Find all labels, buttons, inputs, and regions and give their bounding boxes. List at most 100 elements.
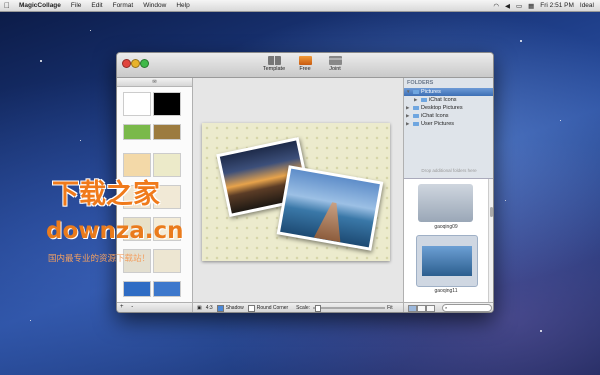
folder-item[interactable]: ▶ iChat Icons — [404, 96, 493, 104]
collage-canvas[interactable] — [202, 123, 390, 261]
disclosure-triangle-icon[interactable]: ▼ — [406, 88, 411, 96]
battery-icon[interactable]: ▭ — [516, 2, 522, 10]
disclosure-triangle-icon[interactable]: ▶ — [406, 120, 411, 128]
close-button[interactable] — [122, 59, 131, 68]
collage-photo-pier[interactable] — [276, 165, 384, 251]
drop-hint: Drop additional folders here — [421, 168, 477, 173]
folder-label: iChat Icons — [429, 97, 457, 103]
folder-label: User Pictures — [421, 121, 455, 127]
shadow-checkbox[interactable] — [216, 304, 224, 312]
free-label: Free — [299, 66, 311, 72]
image-label: gaoqing11 — [434, 288, 458, 294]
image-thumb[interactable] — [418, 184, 473, 222]
canvas-bottom-bar: ▣ 4:3 Shadow Round Corner Scale: Fit — [193, 302, 403, 312]
app-window: Template Free Joint ✉ + - ▣ 4:3 Shadow R… — [116, 52, 494, 313]
free-tool-button[interactable]: Free — [291, 56, 319, 72]
star — [90, 30, 91, 31]
round-corner-label: Round Corner — [256, 305, 289, 311]
background-thumb[interactable] — [123, 281, 151, 297]
image-label: gaoqing09 — [434, 224, 458, 230]
list-view-icon[interactable] — [417, 305, 426, 312]
joint-icon — [328, 56, 342, 65]
menu-window[interactable]: Window — [138, 2, 171, 9]
disclosure-triangle-icon[interactable]: ▶ — [414, 96, 419, 104]
menu-app-name[interactable]: MagicCollage — [14, 2, 66, 9]
pier-thumb-image — [422, 246, 472, 276]
collage-canvas-area — [193, 78, 403, 302]
zoom-button[interactable] — [140, 59, 149, 68]
add-background-button[interactable]: + — [117, 304, 127, 310]
scale-slider-knob[interactable] — [315, 305, 322, 312]
folders-list: FOLDERS ▼ Pictures ▶ iChat Icons ▶ Deskt… — [404, 78, 493, 179]
folder-item[interactable]: ▶ iChat Icons — [404, 112, 493, 120]
template-label: Template — [262, 66, 286, 72]
folder-icon — [413, 114, 419, 118]
star — [520, 40, 522, 42]
menu-format[interactable]: Format — [108, 2, 139, 9]
remove-background-button[interactable]: - — [128, 304, 136, 310]
template-tool-button[interactable]: Template — [260, 56, 288, 72]
folders-title: FOLDERS — [407, 80, 434, 86]
folder-label: Desktop Pictures — [421, 105, 463, 111]
watermark-domain: downza.cn — [46, 218, 184, 244]
menu-extras: ◠ ◀ ▭ ▦ Fri 2:51 PM Ideal — [487, 2, 600, 10]
folders-panel-footer: ⌕ — [404, 302, 493, 312]
column-view-icon[interactable] — [426, 305, 435, 312]
shadow-label: Shadow — [225, 305, 244, 311]
disclosure-triangle-icon[interactable]: ▶ — [406, 112, 411, 120]
folder-item[interactable]: ▶ Desktop Pictures — [404, 104, 493, 112]
round-corner-checkbox[interactable] — [247, 304, 255, 312]
star — [30, 320, 31, 321]
aspect-ratio[interactable]: 4:3 — [206, 305, 213, 311]
folder-item[interactable]: ▼ Pictures — [404, 88, 493, 96]
menu-file[interactable]: File — [66, 2, 86, 9]
background-panel-header[interactable]: ✉ — [117, 78, 192, 87]
menu-edit[interactable]: Edit — [86, 2, 107, 9]
apple-menu-icon[interactable]:  — [0, 1, 14, 10]
wifi-icon[interactable]: ◠ — [493, 2, 499, 10]
free-icon — [298, 56, 312, 65]
pier-shape — [314, 200, 347, 242]
star — [40, 60, 42, 62]
folder-icon — [413, 106, 419, 110]
grid-view-icon[interactable] — [408, 305, 417, 312]
folder-icon — [413, 90, 419, 94]
star — [80, 140, 81, 141]
folder-icon — [421, 98, 427, 102]
background-thumb[interactable] — [153, 249, 181, 273]
background-thumb[interactable] — [153, 281, 181, 297]
search-icon: ⌕ — [445, 305, 448, 310]
disclosure-triangle-icon[interactable]: ▶ — [406, 104, 411, 112]
image-thumb-selected[interactable] — [416, 235, 478, 287]
fit-label: Fit — [387, 305, 393, 311]
menu-bar:  MagicCollage File Edit Format Window H… — [0, 0, 600, 12]
folders-panel: FOLDERS ▼ Pictures ▶ iChat Icons ▶ Deskt… — [403, 78, 493, 312]
menu-clock[interactable]: Fri 2:51 PM — [540, 2, 574, 9]
search-field[interactable]: ⌕ — [442, 304, 492, 312]
pier-image — [280, 168, 380, 248]
scrollbar-thumb[interactable] — [490, 207, 493, 217]
background-thumb[interactable] — [153, 92, 181, 116]
watermark-tagline: 国内最专业的资源下载站！ — [48, 254, 151, 264]
flag-icon[interactable]: ▦ — [528, 2, 534, 10]
minimize-button[interactable] — [131, 59, 140, 68]
template-icon — [267, 56, 281, 65]
background-thumb[interactable] — [123, 92, 151, 116]
menu-user[interactable]: Ideal — [580, 2, 594, 9]
folder-icon — [413, 122, 419, 126]
menu-help[interactable]: Help — [171, 2, 194, 9]
background-thumb[interactable] — [123, 124, 151, 140]
folder-label: iChat Icons — [421, 113, 449, 119]
background-thumb[interactable] — [153, 124, 181, 140]
star — [540, 330, 542, 332]
volume-icon[interactable]: ◀ — [505, 2, 510, 10]
lock-icon[interactable]: ▣ — [197, 305, 202, 311]
folder-item[interactable]: ▶ User Pictures — [404, 120, 493, 128]
scale-slider[interactable] — [313, 305, 386, 312]
scale-label: Scale: — [296, 305, 311, 311]
window-titlebar[interactable]: Template Free Joint — [117, 53, 493, 78]
image-list-scrollbar[interactable] — [488, 179, 493, 302]
star — [505, 200, 506, 201]
watermark-title: 下载之家 — [52, 179, 160, 210]
joint-tool-button[interactable]: Joint — [321, 56, 349, 72]
